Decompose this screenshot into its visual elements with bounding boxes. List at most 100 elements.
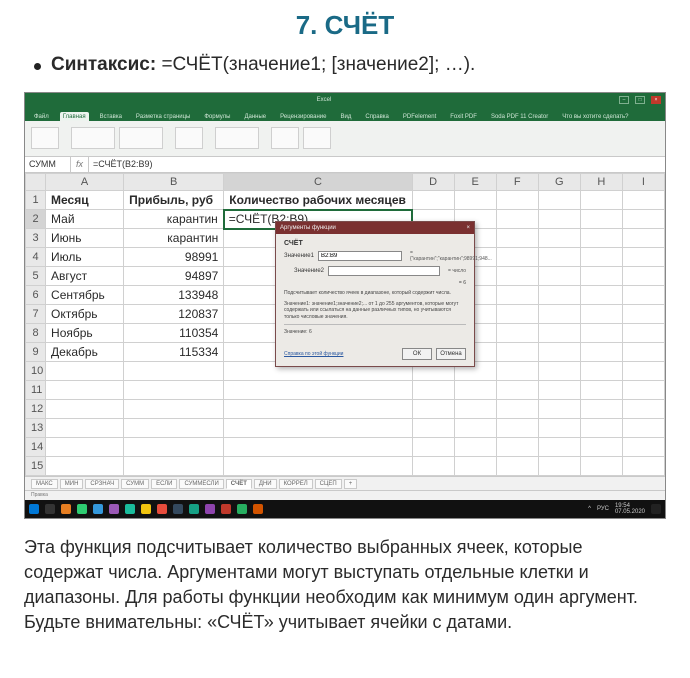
row-header[interactable]: 15: [26, 457, 46, 476]
cell[interactable]: [496, 419, 538, 438]
taskbar-tray-icon[interactable]: ^: [588, 506, 591, 512]
ribbon-tab[interactable]: Вставка: [97, 112, 125, 121]
name-box[interactable]: СУММ: [25, 157, 71, 172]
cell[interactable]: [538, 286, 580, 305]
cell[interactable]: карантин: [124, 210, 224, 229]
cell[interactable]: [580, 343, 622, 362]
taskbar-app-icon[interactable]: [141, 504, 151, 514]
cell[interactable]: [580, 381, 622, 400]
cell[interactable]: [622, 457, 664, 476]
sheet-tab[interactable]: СУММЕСЛИ: [179, 479, 223, 489]
cell[interactable]: [224, 381, 412, 400]
cell[interactable]: [496, 438, 538, 457]
cell[interactable]: [124, 362, 224, 381]
cell[interactable]: [496, 248, 538, 267]
cell[interactable]: [496, 362, 538, 381]
cell[interactable]: [580, 267, 622, 286]
ribbon-tab[interactable]: Soda PDF 11 Creator: [488, 112, 551, 121]
ribbon-tab[interactable]: Данные: [241, 112, 269, 121]
row-header[interactable]: 11: [26, 381, 46, 400]
taskbar-date[interactable]: 07.05.2020: [615, 509, 645, 515]
column-header[interactable]: B: [124, 173, 224, 190]
cell[interactable]: [538, 343, 580, 362]
ribbon-align-group[interactable]: [119, 127, 163, 149]
cell[interactable]: [580, 362, 622, 381]
cell[interactable]: Июнь: [46, 229, 124, 248]
sheet-tab[interactable]: КОРРЕЛ: [279, 479, 313, 489]
minimize-button[interactable]: –: [619, 96, 629, 104]
cell[interactable]: [622, 305, 664, 324]
cell[interactable]: [580, 438, 622, 457]
taskbar-app-icon[interactable]: [173, 504, 183, 514]
row-header[interactable]: 9: [26, 343, 46, 362]
cell[interactable]: [622, 248, 664, 267]
row-header[interactable]: 13: [26, 419, 46, 438]
row-header[interactable]: 4: [26, 248, 46, 267]
cell[interactable]: [224, 400, 412, 419]
taskbar-app-icon[interactable]: [93, 504, 103, 514]
cell[interactable]: [580, 286, 622, 305]
cell[interactable]: [496, 381, 538, 400]
cell[interactable]: [622, 343, 664, 362]
cell[interactable]: [124, 419, 224, 438]
ribbon-editing-group[interactable]: [303, 127, 331, 149]
ribbon-tab[interactable]: Что вы хотите сделать?: [559, 112, 631, 121]
cell[interactable]: [46, 362, 124, 381]
cell[interactable]: [454, 400, 496, 419]
cell[interactable]: [496, 229, 538, 248]
add-sheet-button[interactable]: +: [344, 479, 358, 489]
ribbon-styles-group[interactable]: [215, 127, 259, 149]
taskbar-app-icon[interactable]: [237, 504, 247, 514]
cell[interactable]: Прибыль, руб: [124, 190, 224, 210]
cell[interactable]: [622, 324, 664, 343]
sheet-tab[interactable]: СЦЕП: [315, 479, 342, 489]
sheet-tab[interactable]: СРЗНАЧ: [85, 479, 119, 489]
sheet-tab[interactable]: СУММ: [121, 479, 149, 489]
cell[interactable]: [580, 324, 622, 343]
sheet-tab[interactable]: МИН: [60, 479, 84, 489]
column-header[interactable]: A: [46, 173, 124, 190]
cell[interactable]: [622, 210, 664, 229]
cell[interactable]: [46, 381, 124, 400]
cell[interactable]: [580, 229, 622, 248]
cell[interactable]: [580, 400, 622, 419]
cell[interactable]: Количество рабочих месяцев: [224, 190, 412, 210]
cell[interactable]: [538, 229, 580, 248]
dialog-ok-button[interactable]: ОК: [402, 348, 432, 360]
start-icon[interactable]: [29, 504, 39, 514]
cell[interactable]: [124, 381, 224, 400]
column-header[interactable]: H: [580, 173, 622, 190]
ribbon-tab[interactable]: Вид: [338, 112, 355, 121]
cell[interactable]: [496, 343, 538, 362]
cell[interactable]: [538, 362, 580, 381]
cell[interactable]: [622, 381, 664, 400]
sheet-tab[interactable]: ДНИ: [254, 479, 277, 489]
cell[interactable]: [124, 457, 224, 476]
cell[interactable]: [412, 419, 454, 438]
row-header[interactable]: 2: [26, 210, 46, 229]
cell[interactable]: 110354: [124, 324, 224, 343]
row-header[interactable]: 1: [26, 190, 46, 210]
cell[interactable]: [538, 381, 580, 400]
cell[interactable]: [538, 457, 580, 476]
ribbon-tab[interactable]: Формулы: [201, 112, 233, 121]
cell[interactable]: [454, 190, 496, 210]
cell[interactable]: [622, 400, 664, 419]
ribbon-paste-icon[interactable]: [31, 127, 59, 149]
cell[interactable]: [46, 400, 124, 419]
dialog-cancel-button[interactable]: Отмена: [436, 348, 466, 360]
cell[interactable]: 94897: [124, 267, 224, 286]
sheet-tab[interactable]: ЕСЛИ: [151, 479, 177, 489]
taskbar-app-icon[interactable]: [61, 504, 71, 514]
arg1-input[interactable]: [318, 251, 402, 261]
select-all-cell[interactable]: [26, 173, 46, 190]
column-header[interactable]: C: [224, 173, 412, 190]
cell[interactable]: 120837: [124, 305, 224, 324]
cell[interactable]: [496, 286, 538, 305]
cell[interactable]: Месяц: [46, 190, 124, 210]
taskbar-search-icon[interactable]: [45, 504, 55, 514]
cell[interactable]: [454, 419, 496, 438]
cell[interactable]: Ноябрь: [46, 324, 124, 343]
cell[interactable]: [496, 210, 538, 229]
cell[interactable]: [580, 248, 622, 267]
